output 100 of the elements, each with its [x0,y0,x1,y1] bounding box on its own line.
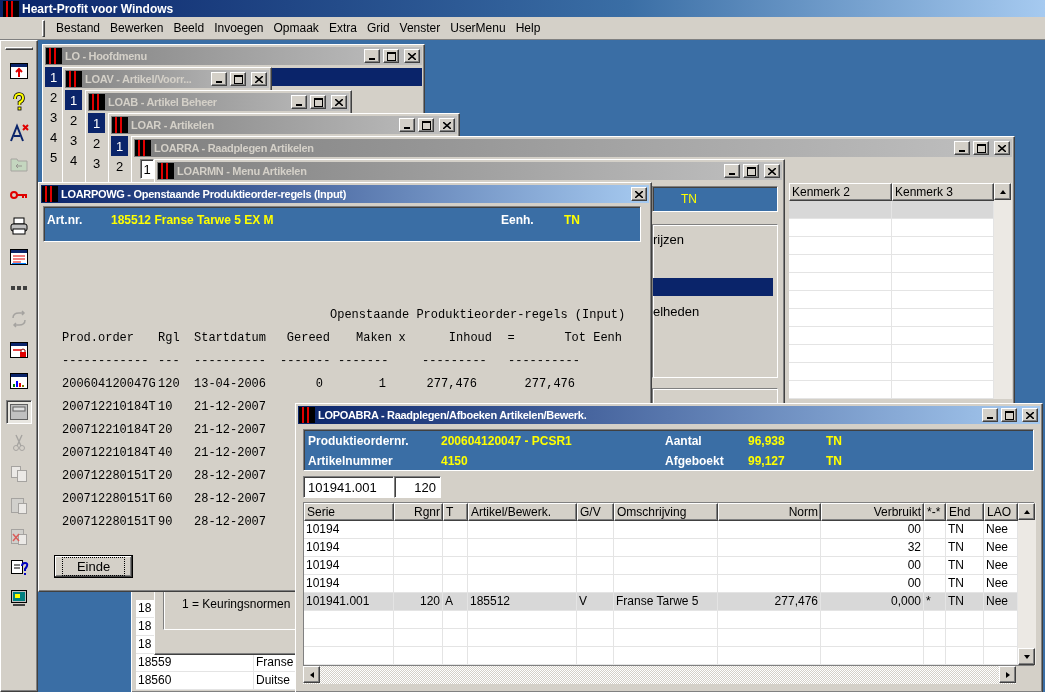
table-cell: 10194 [304,557,394,575]
close-button[interactable] [331,95,347,109]
close-button[interactable] [764,164,780,178]
menu-item[interactable]: Bewerken [105,19,169,37]
column-header[interactable]: T [443,503,468,521]
menu-item[interactable]: 5 [45,147,62,167]
column-header[interactable]: *-* [924,503,946,521]
column-header[interactable]: Rgnr [394,503,443,521]
menu-option[interactable]: elheden [653,303,700,319]
menu-item[interactable]: 4 [65,150,82,170]
maximize-button[interactable] [418,118,434,132]
close-button[interactable] [994,141,1010,155]
scrollbar[interactable] [303,666,1034,684]
input-field[interactable]: 101941.001 [303,476,394,498]
menu-item[interactable]: Help [510,19,546,37]
column-header[interactable]: Norm [718,503,821,521]
maximize-icon [746,166,756,176]
menu-item[interactable]: Bestand [51,19,106,37]
minimize-button[interactable] [291,95,307,109]
table-cell [946,647,984,665]
minimize-button[interactable] [364,49,380,63]
report-cell-text: 1 [377,376,386,391]
column-header[interactable]: LAO [984,503,1018,521]
scroll-left-button[interactable] [303,666,320,683]
scroll-up-button[interactable] [994,183,1011,200]
menu-item[interactable]: 2 [65,110,82,130]
window-title: LOARRA - Raadplegen Artikelen [154,142,315,154]
input-field[interactable]: 120 [394,476,441,498]
column-header: Rgl [158,330,181,345]
column-header[interactable]: Ehd [946,503,984,521]
number-field[interactable]: 1 [140,159,154,179]
menu-item[interactable]: UserMenu [445,19,511,37]
scroll-up-button[interactable] [1018,503,1035,520]
window-title: LOARPOWG - Openstaande Produktieorder-regels (Input) [61,188,348,200]
maximize-button[interactable] [743,164,759,178]
column-header[interactable]: Omschrijving [614,503,718,521]
dash-rule: --- [158,353,181,368]
scrollbar[interactable] [994,183,1012,399]
column-header[interactable]: G/V [577,503,614,521]
close-button[interactable] [439,118,455,132]
selected-row[interactable]: 101941.001 120 A 185512 V Franse Tarwe 5 277,476 0,000 * TN Nee [304,593,1018,611]
menu-item[interactable]: 2 [45,87,62,107]
column-header: = [506,330,516,345]
menu-item[interactable]: 3 [45,107,62,127]
menu-item[interactable]: 4 [45,127,62,147]
close-icon [443,121,451,129]
menu-item[interactable]: Extra [323,19,362,37]
menu-item[interactable]: Venster [394,19,446,37]
report-cell-text: 120 [158,376,181,391]
table-cell: 18560 [136,672,254,690]
column-header[interactable]: Serie [304,503,394,521]
column-header[interactable]: Kenmerk 2 [789,183,892,201]
menu-item[interactable]: 1 [45,67,62,87]
menu-item[interactable]: Invoegen [209,19,269,37]
report-cell-text: 21-12-2007 [194,445,267,460]
close-icon [635,190,643,198]
einde-button[interactable]: Einde [54,555,133,578]
minimize-button[interactable] [399,118,415,132]
maximize-button[interactable] [1001,408,1017,422]
table-cell [924,539,946,557]
close-button[interactable] [251,72,267,86]
report-cell-text: 200712210184T [62,422,157,437]
menu-item[interactable]: Opmaak [268,19,324,37]
minimize-button[interactable] [982,408,998,422]
menu-item[interactable]: 2 [88,133,105,153]
menu-item[interactable]: 2 [111,156,128,176]
close-button[interactable] [404,49,420,63]
maximize-button[interactable] [310,95,326,109]
report-cell-text: 0 [314,376,323,391]
clipboard-help-icon [9,557,29,577]
title-bar[interactable]: LOPOABRA - Raadplegen/Afboeken Artikelen/Bewerk. [298,406,1040,424]
menu-item[interactable]: 1 [88,113,105,133]
maximize-button[interactable] [973,141,989,155]
scroll-right-button[interactable] [999,666,1016,683]
menu-item[interactable]: Grid [361,19,395,37]
menu-item[interactable]: 3 [65,130,82,150]
column-header[interactable]: Verbruikt [821,503,924,521]
report-cell-text: 200604120047G [62,376,157,391]
title-bar[interactable]: LOARPOWG - Openstaande Produktieorder-regels (Input) [41,185,649,203]
toolbar-button[interactable] [6,400,32,424]
minimize-button[interactable] [211,72,227,86]
column-header[interactable]: Artikel/Bewerk. [468,503,577,521]
close-button[interactable] [631,187,647,201]
menu-item[interactable]: Beeld [168,19,210,37]
column-header[interactable]: Kenmerk 3 [892,183,994,201]
app-icon [3,0,19,17]
menu-item[interactable]: 1 [111,136,128,156]
scroll-down-button[interactable] [1018,648,1035,665]
report-cell-text: 21-12-2007 [194,399,267,414]
minimize-button[interactable] [954,141,970,155]
close-button[interactable] [1022,408,1038,422]
scrollbar[interactable] [1018,503,1036,665]
column-header: Gereed [285,330,330,345]
menu-item[interactable]: 1 [65,90,82,110]
menu-option[interactable]: rijzen [653,231,685,247]
maximize-button[interactable] [230,72,246,86]
minimize-button[interactable] [724,164,740,178]
menu-item[interactable]: 3 [88,153,105,173]
maximize-button[interactable] [383,49,399,63]
report-cell-text: 28-12-2007 [194,491,267,506]
